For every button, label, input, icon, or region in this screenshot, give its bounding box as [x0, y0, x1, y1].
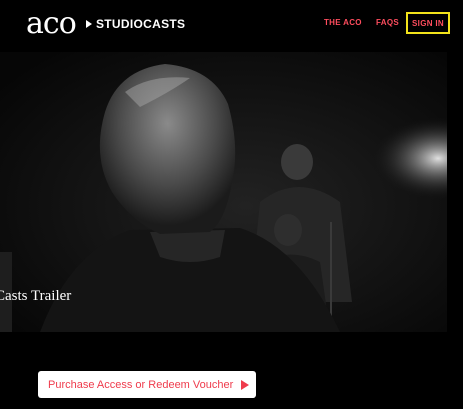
nav-faqs-link[interactable]: FAQS: [376, 18, 399, 27]
studiocasts-brand[interactable]: STUDIOCASTS: [86, 17, 185, 31]
sign-in-label: SIGN IN: [412, 18, 444, 28]
site-header: aco STUDIOCASTS THE ACO FAQS SIGN IN: [0, 0, 463, 52]
brand-label: STUDIOCASTS: [96, 17, 186, 31]
sign-in-button[interactable]: SIGN IN: [406, 12, 450, 34]
purchase-access-label: Purchase Access or Redeem Voucher: [48, 378, 234, 391]
play-icon: [86, 20, 92, 28]
aco-logo[interactable]: aco: [26, 4, 77, 44]
purchase-access-button[interactable]: Purchase Access or Redeem Voucher: [38, 371, 256, 398]
hero-title: Casts Trailer: [0, 288, 72, 304]
nav-the-aco-link[interactable]: THE ACO: [324, 18, 362, 27]
hero-video[interactable]: Casts Trailer: [0, 52, 447, 332]
play-arrow-icon: [241, 379, 250, 390]
